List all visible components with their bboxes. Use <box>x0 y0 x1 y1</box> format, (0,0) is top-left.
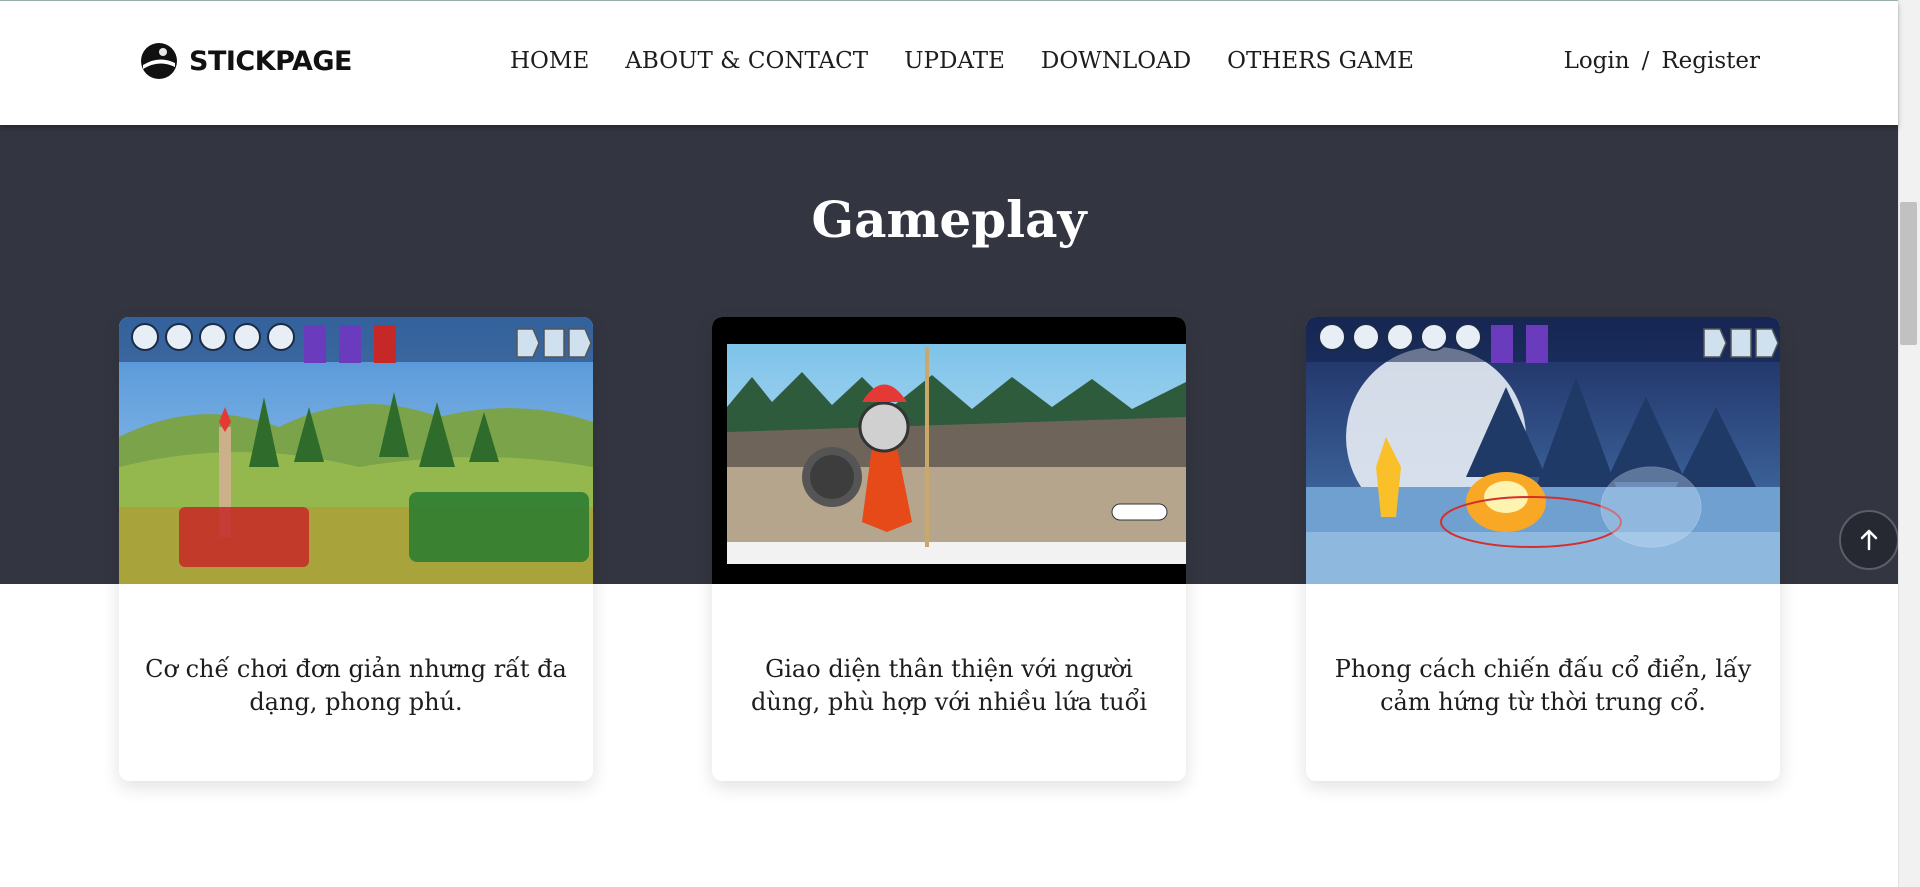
auth-links: Login / Register <box>1564 48 1760 74</box>
nav-update[interactable]: UPDATE <box>904 48 1005 74</box>
gameplay-card-3: Phong cách chiến đấu cổ điển, lấy cảm hứ… <box>1306 317 1780 781</box>
nav-home[interactable]: HOME <box>510 48 589 74</box>
night-battle-explosion-screenshot <box>1306 317 1780 584</box>
spartan-stickman-menu-screenshot <box>712 317 1186 584</box>
site-logo[interactable]: STICKPAGE <box>139 41 352 81</box>
back-to-top-button[interactable] <box>1839 510 1899 570</box>
gameplay-card-2: Giao diện thân thiện với người dùng, phù… <box>712 317 1186 781</box>
site-header: STICKPAGE HOME ABOUT & CONTACT UPDATE DO… <box>0 1 1898 125</box>
register-link[interactable]: Register <box>1661 48 1760 74</box>
gameplay-card-1: Cơ chế chơi đơn giản nhưng rất đa dạng, … <box>119 317 593 781</box>
nav-about-contact[interactable]: ABOUT & CONTACT <box>625 48 868 74</box>
arrow-up-icon <box>1860 529 1878 551</box>
card-1-text: Cơ chế chơi đơn giản nhưng rất đa dạng, … <box>145 655 567 716</box>
nav-others-game[interactable]: OTHERS GAME <box>1227 48 1414 74</box>
main-nav: HOME ABOUT & CONTACT UPDATE DOWNLOAD OTH… <box>510 48 1450 74</box>
army-battle-field-screenshot <box>119 317 593 584</box>
auth-separator: / <box>1641 48 1650 74</box>
stickman-head-logo-icon <box>141 43 177 79</box>
section-title: Gameplay <box>811 190 1087 249</box>
scrollbar-thumb[interactable] <box>1900 202 1917 345</box>
login-link[interactable]: Login <box>1564 48 1630 74</box>
card-3-text: Phong cách chiến đấu cổ điển, lấy cảm hứ… <box>1334 655 1752 716</box>
nav-download[interactable]: DOWNLOAD <box>1041 48 1191 74</box>
brand-name: STICKPAGE <box>189 45 352 77</box>
page-scrollbar[interactable] <box>1898 0 1920 887</box>
card-2-text: Giao diện thân thiện với người dùng, phù… <box>751 655 1147 716</box>
